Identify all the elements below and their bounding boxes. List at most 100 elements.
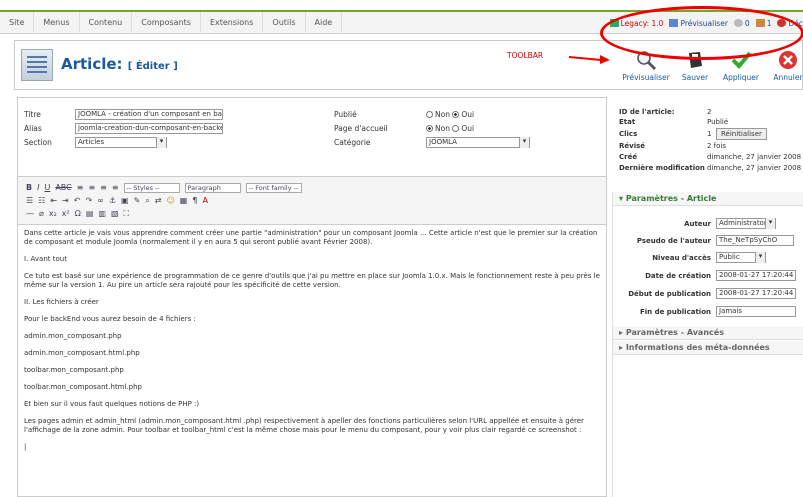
content-paragraph: Et bien sur il vous faut quelques notion… xyxy=(24,400,200,408)
undo-icon[interactable]: ↶ xyxy=(74,196,81,205)
reset-hits-button[interactable]: Réinitialiser xyxy=(716,128,767,140)
indent-icon[interactable]: ⇥ xyxy=(62,196,69,205)
access-level-label: Niveau d'accès xyxy=(652,254,711,262)
editor-content[interactable]: Dans cette article je vais vous apprendr… xyxy=(18,225,606,464)
legacy-icon xyxy=(609,18,619,27)
superscript-icon[interactable]: x² xyxy=(62,209,70,218)
subscript-icon[interactable]: x₂ xyxy=(49,209,57,218)
messages-icon xyxy=(733,18,743,27)
content-paragraph: II. Les fichiers à créer xyxy=(24,298,99,306)
edit-mode-label: [ Éditer ] xyxy=(127,61,178,72)
justify-icon[interactable]: ≡ xyxy=(112,183,119,192)
publish-end-input[interactable]: Jamais xyxy=(716,306,796,317)
creation-date-label: Date de création xyxy=(645,272,711,280)
menu-site[interactable]: Site xyxy=(0,11,35,34)
table-row-icon[interactable]: ▥ xyxy=(98,209,106,218)
main-menu-bar: Site Menus Contenu Composants Extensions… xyxy=(0,11,803,34)
annotation-arrow-icon xyxy=(568,55,610,64)
section-label: Section xyxy=(24,138,52,147)
horizontal-rule-icon[interactable]: — xyxy=(26,209,34,218)
frontpage-oui-radio[interactable] xyxy=(452,125,460,132)
article-parameters-panel: ▾ Paramètres - Article Auteur Administra… xyxy=(612,192,803,497)
redo-icon[interactable]: ↷ xyxy=(85,196,92,205)
params-advanced-header[interactable]: ▸ Paramètres - Avancés xyxy=(613,326,803,340)
article-details-form: Titre JOOMLA - création d'un composant e… xyxy=(17,97,607,177)
editor-toolbar: B I U ABC ≡ ≡ ≡ ≡ -- Styles -- Paragraph -- Fo… xyxy=(18,177,606,225)
modified-label: Dernière modification xyxy=(619,164,705,172)
fullscreen-icon[interactable]: ⛶ xyxy=(124,209,130,219)
styles-select[interactable]: -- Styles -- xyxy=(123,182,180,193)
text-cursor: | xyxy=(24,443,27,451)
content-paragraph: admin.mon_composant.php xyxy=(24,332,122,340)
content-paragraph: admin.mon_composant.html.php xyxy=(24,349,140,357)
category-select[interactable]: JOOMLA xyxy=(426,137,530,148)
frontpage-label: Page d'accueil xyxy=(334,124,388,133)
outdent-icon[interactable]: ⇤ xyxy=(50,196,57,205)
menu-outils[interactable]: Outils xyxy=(263,11,306,34)
underline-icon[interactable]: U xyxy=(44,183,50,192)
anchor-icon[interactable]: ⚓ xyxy=(109,196,116,205)
align-left-icon[interactable]: ≡ xyxy=(77,183,84,192)
font-family-select[interactable]: -- Font family -- xyxy=(245,182,302,193)
users-icon xyxy=(755,18,765,27)
bullet-list-icon[interactable]: ☰ xyxy=(26,196,33,205)
published-radio-group: Non Oui xyxy=(426,110,474,119)
apply-button[interactable]: Appliquer xyxy=(716,47,766,82)
pilcrow-icon[interactable]: ¶ xyxy=(192,196,197,205)
table-icon[interactable]: ▤ xyxy=(86,209,94,218)
align-center-icon[interactable]: ≡ xyxy=(88,183,95,192)
title-input[interactable]: JOOMLA - création d'un composant en back… xyxy=(75,109,223,120)
creation-date-input[interactable]: 2008-01-27 17:20:44 xyxy=(716,270,796,281)
content-paragraph: toolbar.mon_composant.php xyxy=(24,366,124,374)
search-icon[interactable]: ⌕ xyxy=(145,196,149,206)
published-oui-radio[interactable] xyxy=(452,111,460,118)
menu-composants[interactable]: Composants xyxy=(132,11,201,34)
image-icon[interactable]: ▣ xyxy=(121,196,129,205)
preview-button[interactable]: Prévisualiser xyxy=(621,47,671,82)
toolbar-annotation-label: TOOLBAR xyxy=(507,51,544,60)
title-label: Titre xyxy=(24,110,41,119)
remove-format-icon[interactable]: ⌀ xyxy=(39,209,44,218)
replace-icon[interactable]: ⇄ xyxy=(155,196,162,205)
editor-toolbar-row-1: B I U ABC ≡ ≡ ≡ ≡ -- Styles -- Paragraph -- Fo… xyxy=(26,181,598,194)
link-icon[interactable]: ∞ xyxy=(97,196,104,205)
cancel-button[interactable]: Annuler xyxy=(763,47,803,82)
rich-text-editor: B I U ABC ≡ ≡ ≡ ≡ -- Styles -- Paragraph -- Fo… xyxy=(17,177,607,497)
access-level-select[interactable]: Public xyxy=(716,252,766,263)
logout-icon xyxy=(777,18,787,27)
published-non-radio[interactable] xyxy=(426,111,433,118)
table-col-icon[interactable]: ▧ xyxy=(111,209,119,218)
id-label: ID de l'article: xyxy=(619,108,675,116)
italic-icon[interactable]: I xyxy=(37,183,39,192)
params-article-header[interactable]: ▾ Paramètres - Article xyxy=(613,192,803,206)
logout-link[interactable]: Déc xyxy=(777,18,803,28)
save-button[interactable]: Sauver xyxy=(670,47,720,82)
emoticon-icon[interactable]: ☺ xyxy=(166,196,174,205)
author-label: Auteur xyxy=(684,220,711,228)
menu-extensions[interactable]: Extensions xyxy=(201,11,264,34)
preview-link[interactable]: Prévisualiser xyxy=(669,18,728,28)
menu-menus[interactable]: Menus xyxy=(34,11,80,34)
menu-aide[interactable]: Aide xyxy=(306,11,343,34)
author-alias-input[interactable]: The_NeTpSyChO xyxy=(716,235,794,246)
users-count[interactable]: 1 xyxy=(755,18,771,28)
menu-contenu[interactable]: Contenu xyxy=(80,11,133,34)
text-color-icon[interactable]: A xyxy=(202,196,207,205)
frontpage-non-radio[interactable] xyxy=(426,125,433,132)
publish-start-input[interactable]: 2008-01-27 17:20:44 xyxy=(716,288,796,299)
author-select[interactable]: Administrator xyxy=(716,218,776,229)
align-right-icon[interactable]: ≡ xyxy=(100,183,107,192)
cleanup-icon[interactable]: ✎ xyxy=(134,196,141,205)
alias-input[interactable]: joomla-creation-dun-composant-en-backend xyxy=(75,123,223,134)
media-icon[interactable]: ▦ xyxy=(180,196,188,205)
numbered-list-icon[interactable]: ☷ xyxy=(38,196,45,205)
paragraph-select[interactable]: Paragraph xyxy=(184,182,241,193)
revised-value: 2 fois xyxy=(707,142,727,150)
legacy-status[interactable]: Legacy: 1.0 xyxy=(609,18,663,28)
bold-icon[interactable]: B xyxy=(26,183,32,192)
messages-count[interactable]: 0 xyxy=(733,18,750,28)
metadata-header[interactable]: ▸ Informations des méta-données xyxy=(613,341,803,355)
special-char-icon[interactable]: Ω xyxy=(75,209,81,218)
strikethrough-icon[interactable]: ABC xyxy=(55,183,71,192)
section-select[interactable]: Articles xyxy=(75,137,167,148)
